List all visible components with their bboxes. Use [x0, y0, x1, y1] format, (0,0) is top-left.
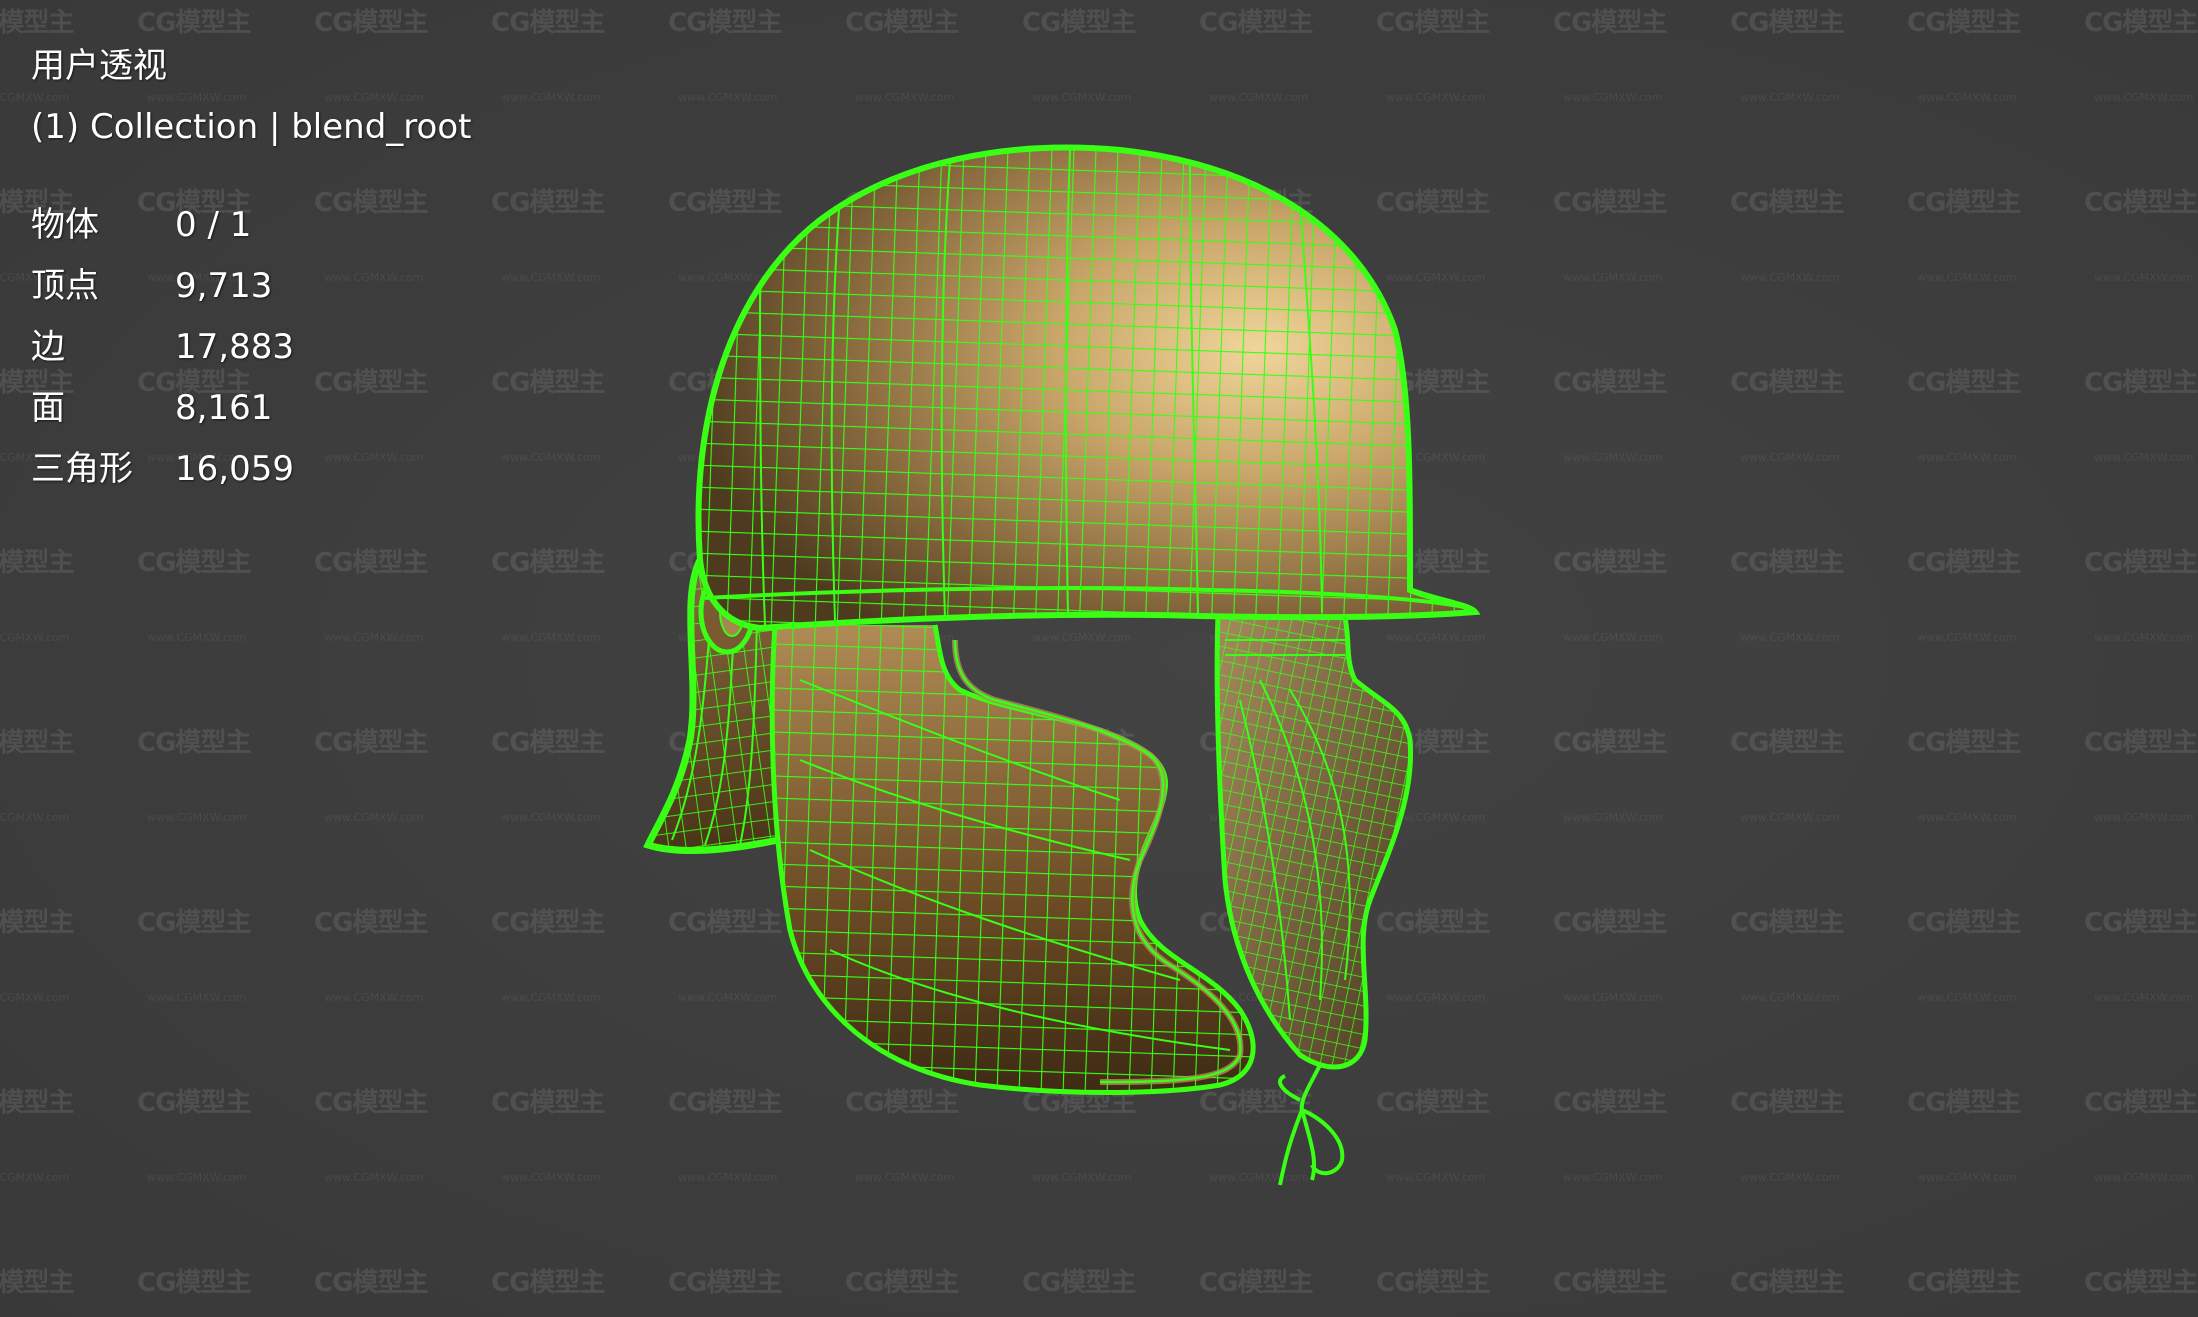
stat-label: 顶点 — [31, 266, 99, 306]
stat-value: 8,161 — [175, 388, 273, 428]
stat-label: 三角形 — [31, 449, 133, 489]
stat-value: 0 / 1 — [175, 205, 252, 245]
stat-edges: 边 17,883 — [31, 317, 471, 378]
helmet-dome — [695, 144, 1481, 632]
stat-value: 16,059 — [175, 449, 294, 489]
stat-objects: 物体 0 / 1 — [31, 195, 471, 256]
chin-strap — [1278, 1064, 1345, 1186]
3d-viewport[interactable]: CG模型主www.CGMXW.comCG模型主www.CGMXW.comCG模型… — [0, 0, 2198, 1317]
stat-triangles: 三角形 16,059 — [31, 439, 471, 500]
stat-vertices: 顶点 9,713 — [31, 256, 471, 317]
stat-value: 9,713 — [175, 266, 273, 306]
stat-value: 17,883 — [175, 327, 294, 367]
view-name: 用户透视 — [31, 46, 167, 86]
stat-label: 边 — [31, 327, 65, 367]
stat-label: 面 — [31, 388, 65, 428]
scene-statistics: 物体 0 / 1 顶点 9,713 边 17,883 面 8,161 三角形 1… — [31, 195, 471, 500]
stat-label: 物体 — [31, 205, 99, 245]
collection-info: (1) Collection | blend_root — [31, 107, 472, 147]
stat-faces: 面 8,161 — [31, 378, 471, 439]
left-cheek-guard — [769, 624, 1256, 1095]
viewport-info-overlay: 用户透视 (1) Collection | blend_root 物体 0 / … — [31, 36, 471, 500]
